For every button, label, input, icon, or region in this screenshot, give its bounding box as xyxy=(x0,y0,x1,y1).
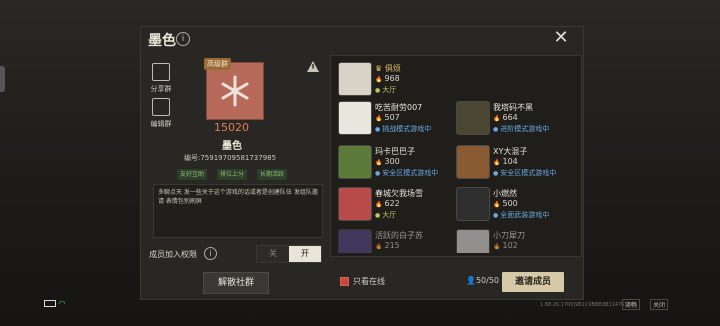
member-card[interactable]: 活跃的白子苏 215 xyxy=(338,229,454,253)
smooth-button[interactable]: 流畅 xyxy=(622,299,641,310)
member-card[interactable]: 玛卡巴巴子 300 安全区模式游戏中 xyxy=(338,145,454,183)
member-status: 大厅 xyxy=(375,210,396,220)
member-name: 春城欠我场雪 xyxy=(375,189,423,198)
group-tag: 长期活跃 xyxy=(257,169,288,180)
member-hot: 215 xyxy=(375,241,399,250)
member-status: 挑战模式游戏中 xyxy=(375,124,431,134)
member-hot: 104 xyxy=(493,157,517,166)
member-hot: 968 xyxy=(375,74,399,83)
only-online-checkbox[interactable]: 只看在线 xyxy=(340,276,385,287)
share-group-button[interactable]: 分享群 xyxy=(148,63,174,94)
invite-members-button[interactable]: 邀请成员 xyxy=(502,272,564,292)
edit-group-button[interactable]: 编辑群 xyxy=(148,98,174,129)
wifi-icon: ◠ xyxy=(58,299,66,308)
member-name: 活跃的白子苏 xyxy=(375,231,423,240)
group-tag: 友好互助 xyxy=(177,169,208,180)
group-description-text: 多聊点天 发一些关于这个游戏的话或者是创建队伍 发组队邀请 表情包别刷屏 xyxy=(158,189,318,205)
member-status: 安全区模式游戏中 xyxy=(375,168,438,178)
group-description[interactable]: 多聊点天 发一些关于这个游戏的话或者是创建队伍 发组队邀请 表情包别刷屏 xyxy=(153,184,323,238)
version-text: 1.88.26.1700|9B1C9BBB3B11476166 xyxy=(540,302,634,308)
member-status: 大厅 xyxy=(375,85,396,95)
group-score: 15020 xyxy=(214,121,249,134)
group-avatar xyxy=(206,62,264,120)
dissolve-group-button[interactable]: 解散社群 xyxy=(203,272,269,294)
checkbox-icon xyxy=(340,277,349,286)
battery-icon xyxy=(44,300,56,307)
member-hot: 300 xyxy=(375,157,399,166)
avatar xyxy=(456,187,490,221)
member-hot: 500 xyxy=(493,199,517,208)
member-card[interactable]: 春城欠我场雪 622 大厅 xyxy=(338,187,454,225)
person-icon: 👤 xyxy=(466,276,476,285)
edit-icon xyxy=(152,98,170,116)
only-online-label: 只看在线 xyxy=(353,277,385,286)
join-permission-label: 成员加入权限 xyxy=(149,250,197,259)
member-status: 全面武装游戏中 xyxy=(493,210,549,220)
member-status: 安全区模式游戏中 xyxy=(493,168,556,178)
edit-group-label: 编辑群 xyxy=(150,120,172,128)
member-count: 👤50/50 xyxy=(466,276,499,285)
report-warning-icon[interactable] xyxy=(307,61,319,72)
member-name: 小燃然 xyxy=(493,189,517,198)
member-card[interactable]: 小燃然 500 全面武装游戏中 xyxy=(456,187,578,225)
avatar xyxy=(338,101,372,135)
snowflake-icon xyxy=(221,75,249,107)
member-name: 吃苦耐劳007 xyxy=(375,103,423,112)
group-name: 墨色 xyxy=(222,141,242,152)
share-icon xyxy=(152,63,170,81)
member-name: 小刀犀刀 xyxy=(493,231,525,240)
toggle-off-option[interactable]: 关 xyxy=(257,246,289,262)
join-permission-toggle[interactable]: 关 开 xyxy=(256,245,322,263)
toggle-on-option[interactable]: 开 xyxy=(289,246,321,262)
member-hot: 622 xyxy=(375,199,399,208)
member-name: ♛ 俱烦 xyxy=(375,64,401,73)
member-name: 玛卡巴巴子 xyxy=(375,147,415,156)
member-card[interactable]: 我塔码不黑 664 进阶模式游戏中 xyxy=(456,101,578,139)
permission-info-icon[interactable]: i xyxy=(204,247,217,260)
member-card[interactable]: ♛ 俱烦 968 大厅 xyxy=(338,62,454,100)
member-card[interactable]: XY大混子 104 安全区模式游戏中 xyxy=(456,145,578,183)
member-hot: 507 xyxy=(375,113,399,122)
close-overlay-button[interactable]: 关闭 xyxy=(650,299,669,310)
member-name: XY大混子 xyxy=(493,147,528,156)
info-icon[interactable]: i xyxy=(176,32,190,46)
avatar xyxy=(338,229,372,253)
avatar xyxy=(338,187,372,221)
group-tag: 排位上分 xyxy=(217,169,248,180)
share-group-label: 分享群 xyxy=(150,85,172,93)
member-status: 进阶模式游戏中 xyxy=(493,124,549,134)
member-name: 我塔码不黑 xyxy=(493,103,533,112)
avatar xyxy=(456,229,490,253)
member-count-value: 50/50 xyxy=(475,276,500,285)
member-hot: 102 xyxy=(493,241,517,250)
panel-title: 墨色 xyxy=(148,33,176,49)
group-id: 编号:75919709581737985 xyxy=(184,154,277,162)
avatar xyxy=(456,101,490,135)
member-card[interactable]: 小刀犀刀 102 xyxy=(456,229,578,253)
avatar xyxy=(338,62,372,96)
avatar xyxy=(456,145,490,179)
device-status: ◠ xyxy=(44,299,66,308)
group-level-badge: 高级群 xyxy=(204,58,231,70)
member-hot: 664 xyxy=(493,113,517,122)
avatar xyxy=(338,145,372,179)
close-icon[interactable]: ✕ xyxy=(552,29,570,47)
member-card[interactable]: 吃苦耐劳007 507 挑战模式游戏中 xyxy=(338,101,454,139)
side-tab-handle[interactable] xyxy=(0,66,5,92)
